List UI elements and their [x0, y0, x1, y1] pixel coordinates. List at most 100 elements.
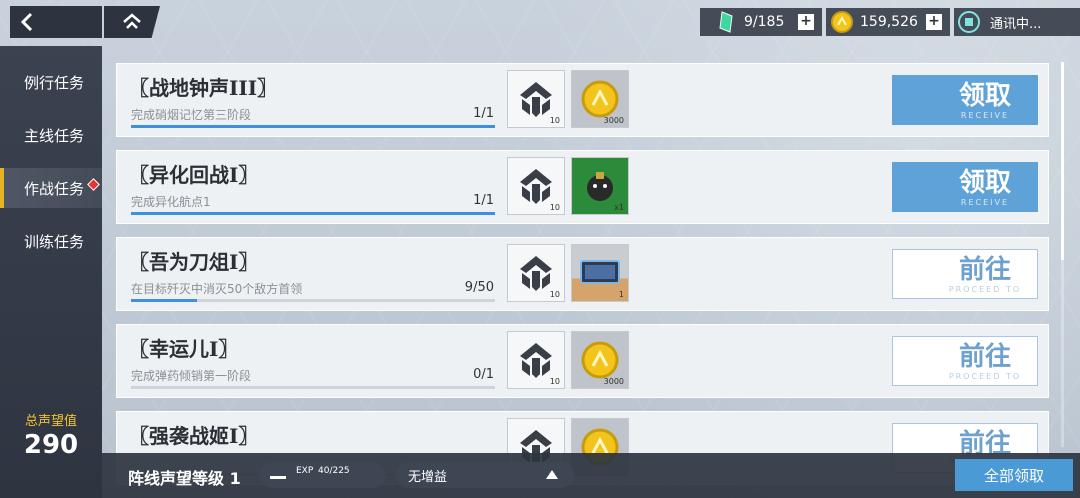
energy-resource: 9/185 +: [700, 8, 822, 36]
boost-selector[interactable]: 无增益: [396, 462, 574, 488]
task-title: 〖强袭战姬I〗: [129, 424, 259, 448]
task-title: 〖吾为刀俎I〗: [129, 250, 259, 274]
energy-value: 9/185: [744, 14, 785, 30]
task-progress-fill: [131, 212, 495, 215]
chevron-left-icon: [20, 12, 33, 32]
proceed-button[interactable]: 前往PROCEED TO: [892, 249, 1038, 299]
reward-slot-item[interactable]: x1: [571, 157, 629, 215]
top-bar: 9/185 + 159,526 + 通讯中...: [0, 0, 1080, 46]
task-description: 完成异化航点1: [131, 195, 211, 209]
reward-slot-emblem[interactable]: 10: [507, 331, 565, 389]
action-sublabel: RECEIVE: [960, 197, 1010, 207]
reward-inner: [575, 248, 625, 298]
reward-quantity: 10: [549, 290, 560, 299]
task-progress-count: 9/50: [464, 280, 494, 295]
reward-slot-emblem[interactable]: 10: [507, 157, 565, 215]
home-icon: [123, 13, 141, 29]
bottom-bar: 阵线声望等级 1 EXP 40/225 无增益 全部领取: [102, 453, 1080, 498]
reward-quantity: 10: [549, 377, 560, 386]
device-item-icon: [580, 260, 620, 284]
action-label: 领取: [958, 80, 1011, 111]
exp-label: EXP: [296, 466, 314, 476]
action-label: 前往: [958, 341, 1011, 372]
task-progress-count: 0/1: [473, 367, 494, 382]
exp-dash: [270, 476, 286, 479]
sidebar-item-label: 训练任务: [24, 232, 85, 251]
sidebar-item-training[interactable]: 训练任务: [0, 221, 102, 261]
reward-quantity: 1: [618, 290, 624, 299]
task-progress-count: 1/1: [473, 106, 494, 121]
reward-quantity: 3000: [603, 116, 624, 125]
sidebar-item-main[interactable]: 主线任务: [0, 115, 102, 155]
action-sublabel: PROCEED TO: [948, 284, 1022, 294]
sidebar-item-label: 作战任务: [24, 179, 85, 198]
reward-quantity: 3000: [603, 377, 624, 386]
bomb-item-icon: [587, 172, 613, 201]
task-progress-bar: [131, 299, 495, 302]
reward-slot-item[interactable]: 1: [571, 244, 629, 302]
task-progress-bar: [131, 212, 495, 215]
reward-slot-item[interactable]: 3000: [571, 331, 629, 389]
task-progress-bar: [131, 386, 495, 389]
reward-quantity: 10: [549, 203, 560, 212]
task-progress-count: 1/1: [473, 193, 494, 208]
boost-label: 无增益: [408, 469, 448, 485]
coin-icon: [831, 11, 853, 33]
claim-all-button[interactable]: 全部领取: [955, 459, 1073, 491]
emblem-icon: [520, 343, 552, 378]
task-description: 在目标歼灭中消灭50个敌方首领: [131, 282, 303, 296]
reputation-label: 总声望值: [24, 414, 77, 429]
comm-icon: [958, 11, 980, 33]
exp-value: 40/225: [318, 466, 350, 476]
task-row: 〖异化回战I〗完成异化航点1 1/1 10 x1 领取 RECEIVE: [116, 150, 1049, 224]
reputation-level: 阵线声望等级 1: [128, 469, 241, 488]
proceed-button[interactable]: 前往PROCEED TO: [892, 336, 1038, 386]
energy-crystal-icon: [719, 11, 733, 33]
action-label: 前往: [958, 254, 1011, 285]
emblem-icon: [520, 256, 552, 291]
coin-value: 159,526: [860, 14, 918, 30]
back-button[interactable]: [10, 6, 102, 38]
scrollbar[interactable]: [1061, 62, 1064, 447]
comm-status[interactable]: 通讯中...: [954, 8, 1080, 36]
task-title: 〖幸运儿I〗: [129, 337, 239, 361]
action-sublabel: PROCEED TO: [948, 371, 1022, 381]
task-title: 〖异化回战I〗: [129, 163, 259, 187]
reward-quantity: x1: [614, 203, 624, 212]
reward-slot-item[interactable]: 3000: [571, 70, 629, 128]
task-description: 完成硝烟记忆第三阶段: [131, 108, 252, 122]
claim-button[interactable]: 领取 RECEIVE: [892, 162, 1038, 212]
home-button[interactable]: [104, 6, 160, 38]
coin-reward-icon: [581, 341, 619, 379]
exp-box: EXP 40/225: [260, 462, 386, 488]
action-label: 领取: [958, 167, 1011, 198]
task-title: 〖战地钟声III〗: [129, 76, 278, 100]
task-row: 〖战地钟声III〗完成硝烟记忆第三阶段 1/1 10 3000 领取 RECEIVE: [116, 63, 1049, 137]
reputation-value: 290: [23, 430, 79, 460]
sidebar-item-label: 主线任务: [24, 126, 85, 145]
reward-slot-emblem[interactable]: 10: [507, 244, 565, 302]
reward-slot-emblem[interactable]: 10: [507, 70, 565, 128]
task-row: 〖吾为刀俎I〗在目标歼灭中消灭50个敌方首领 9/50 10 1 前往 PROCEED T…: [116, 237, 1049, 311]
scrollbar-thumb[interactable]: [1061, 62, 1064, 260]
sidebar: 例行任务 主线任务 作战任务 训练任务 总声望值 290: [0, 46, 102, 498]
task-progress-fill: [131, 125, 495, 128]
action-sublabel: RECEIVE: [960, 110, 1010, 120]
notification-badge: [87, 178, 100, 191]
task-progress-fill: [131, 299, 197, 302]
coin-reward-icon: [581, 80, 619, 118]
sidebar-item-label: 例行任务: [24, 73, 85, 92]
comm-label: 通讯中...: [990, 16, 1042, 32]
task-row: 〖幸运儿I〗完成弹药倾销第一阶段 0/1 10 3000 前往 PROCEED TO: [116, 324, 1049, 398]
task-description: 完成弹药倾销第一阶段: [131, 369, 252, 383]
add-coin-button[interactable]: +: [926, 14, 942, 30]
emblem-icon: [520, 82, 552, 117]
sidebar-item-routine[interactable]: 例行任务: [0, 62, 102, 102]
reward-quantity: 10: [549, 116, 560, 125]
claim-button[interactable]: 领取 RECEIVE: [892, 75, 1038, 125]
caret-up-icon: [546, 470, 558, 479]
emblem-icon: [520, 169, 552, 204]
coin-resource: 159,526 +: [826, 8, 950, 36]
add-energy-button[interactable]: +: [798, 14, 814, 30]
sidebar-item-combat[interactable]: 作战任务: [0, 168, 102, 208]
